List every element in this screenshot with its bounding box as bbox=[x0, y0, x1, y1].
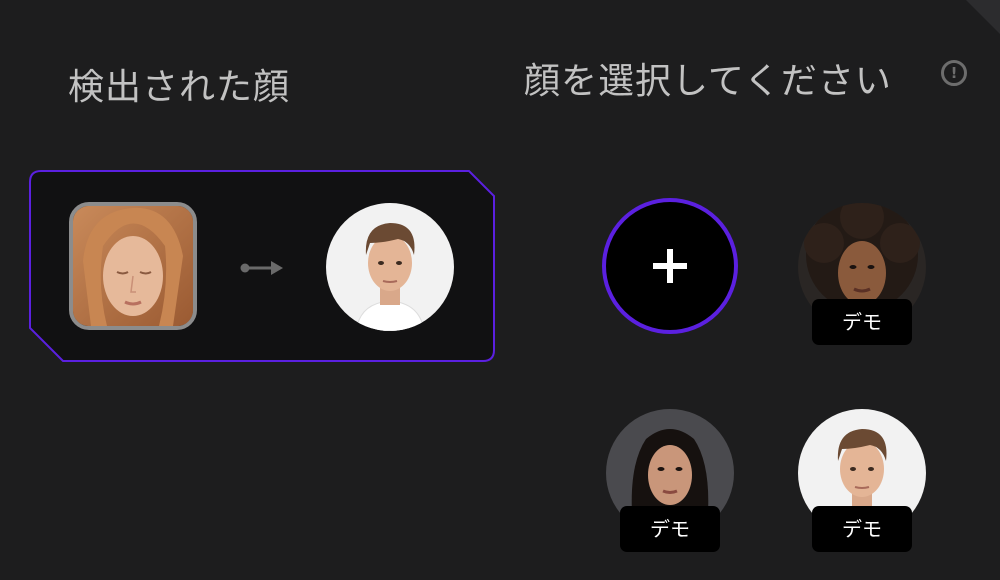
plus-icon bbox=[653, 249, 687, 283]
source-face-thumbnail[interactable] bbox=[69, 202, 197, 330]
info-icon[interactable]: ! bbox=[941, 60, 967, 86]
add-face-button[interactable] bbox=[602, 198, 738, 334]
demo-label-3: デモ bbox=[812, 506, 912, 552]
corner-decoration bbox=[966, 0, 1000, 34]
select-face-heading: 顔を選択してください bbox=[524, 61, 892, 102]
target-face-thumbnail[interactable] bbox=[326, 203, 454, 331]
demo-label-2: デモ bbox=[620, 506, 720, 552]
detected-faces-heading: 検出された顔 bbox=[68, 67, 291, 108]
demo-label-1: デモ bbox=[812, 299, 912, 345]
arrow-right-icon bbox=[240, 261, 283, 275]
woman-closed-eyes-photo bbox=[73, 206, 193, 326]
face-pair-card[interactable] bbox=[29, 170, 495, 362]
young-man-photo bbox=[326, 203, 454, 331]
